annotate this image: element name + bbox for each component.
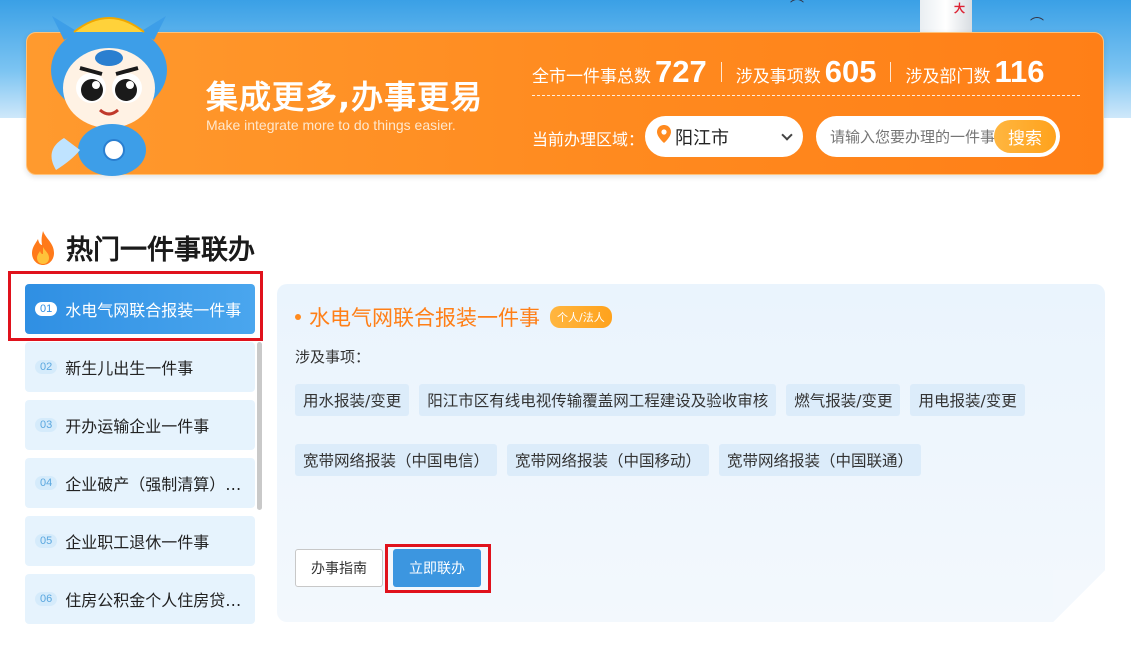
banner-slogan: 集成更多,办事更易 [206,78,484,116]
matter-list: 01 水电气网联合报装一件事 02 新生儿出生一件事 03 开办运输企业一件事 … [25,284,255,632]
dragon-mascot-image [51,16,167,176]
list-item[interactable]: 05 企业职工退休一件事 [25,516,255,566]
bird-icon: ⌒ [790,0,804,15]
stat-value: 727 [655,53,707,89]
list-label: 企业破产（强制清算）一件事 [65,475,247,494]
stat-total: 全市一件事总数 727 [532,54,707,90]
stat-departments: 涉及部门数 116 [905,54,1044,90]
list-item[interactable]: 06 住房公积金个人住房贷款一件事 [25,574,255,624]
stat-items: 涉及事项数 605 [736,54,877,90]
list-index: 02 [35,360,58,374]
list-label: 开办运输企业一件事 [65,417,210,436]
list-item[interactable]: 04 企业破产（强制清算）一件事 [25,458,255,508]
item-tag[interactable]: 宽带网络报装（中国联通） [719,444,922,476]
stat-value: 116 [994,53,1045,89]
list-index: 03 [35,418,58,432]
page-curl [1053,570,1105,622]
item-tag[interactable]: 宽带网络报装（中国移动） [507,444,710,476]
list-scrollbar[interactable] [257,342,262,510]
involved-items: 用水报装/变更 阳江市区有线电视传输覆盖网工程建设及验收审核 燃气报装/变更 用… [295,384,1085,504]
location-pin-icon [657,125,671,148]
list-index: 05 [35,534,58,548]
section-title: 热门一件事联办 [66,235,255,266]
region-label: 当前办理区域： [532,130,645,149]
item-tag[interactable]: 宽带网络报装（中国电信） [295,444,498,476]
list-item[interactable]: 02 新生儿出生一件事 [25,342,255,392]
bullet-dot [295,314,301,320]
stat-value: 605 [824,53,877,89]
search-box: 搜索 [816,116,1060,157]
divider [720,61,722,82]
audience-badge: 个人/法人 [550,306,612,328]
divider [890,61,892,82]
list-label: 住房公积金个人住房贷款一件事 [65,591,247,610]
item-tag[interactable]: 用水报装/变更 [295,384,410,416]
stat-label: 涉及事项数 [735,66,821,87]
region-value: 阳江市 [675,127,729,149]
chevron-down-icon [781,128,793,141]
involved-items-label: 涉及事项： [295,348,371,366]
search-button[interactable]: 搜索 [994,120,1056,153]
bird-icon: ⌒ [1030,17,1044,33]
stats-bar: 全市一件事总数 727 涉及事项数 605 涉及部门数 116 [532,52,1080,96]
detail-header: 水电气网联合报装一件事 个人/法人 [295,302,612,332]
list-label: 水电气网联合报装一件事 [65,301,242,320]
list-index: 01 [35,302,58,316]
detail-title: 水电气网联合报装一件事 [309,306,540,330]
search-input[interactable] [830,127,1000,146]
list-index: 04 [35,476,58,490]
detail-card: 水电气网联合报装一件事 个人/法人 涉及事项： 用水报装/变更 阳江市区有线电视… [277,284,1105,622]
region-select[interactable]: 阳江市 [645,116,803,157]
stat-label: 涉及部门数 [905,66,991,87]
stat-label: 全市一件事总数 [532,66,651,87]
list-label: 新生儿出生一件事 [65,359,194,378]
list-item[interactable]: 03 开办运输企业一件事 [25,400,255,450]
apply-now-button[interactable]: 立即联办 [393,549,481,587]
banner-slogan-english: Make integrate more to do things easier. [206,117,456,133]
guide-button[interactable]: 办事指南 [295,549,383,587]
fire-icon [32,230,54,265]
item-tag[interactable]: 用电报装/变更 [910,384,1025,416]
list-index: 06 [35,592,58,606]
section-header: 热门一件事联办 [30,228,255,267]
list-label: 企业职工退休一件事 [65,533,210,552]
list-item[interactable]: 01 水电气网联合报装一件事 [25,284,255,334]
item-tag[interactable]: 燃气报装/变更 [786,384,901,416]
item-tag[interactable]: 阳江市区有线电视传输覆盖网工程建设及验收审核 [419,384,777,416]
